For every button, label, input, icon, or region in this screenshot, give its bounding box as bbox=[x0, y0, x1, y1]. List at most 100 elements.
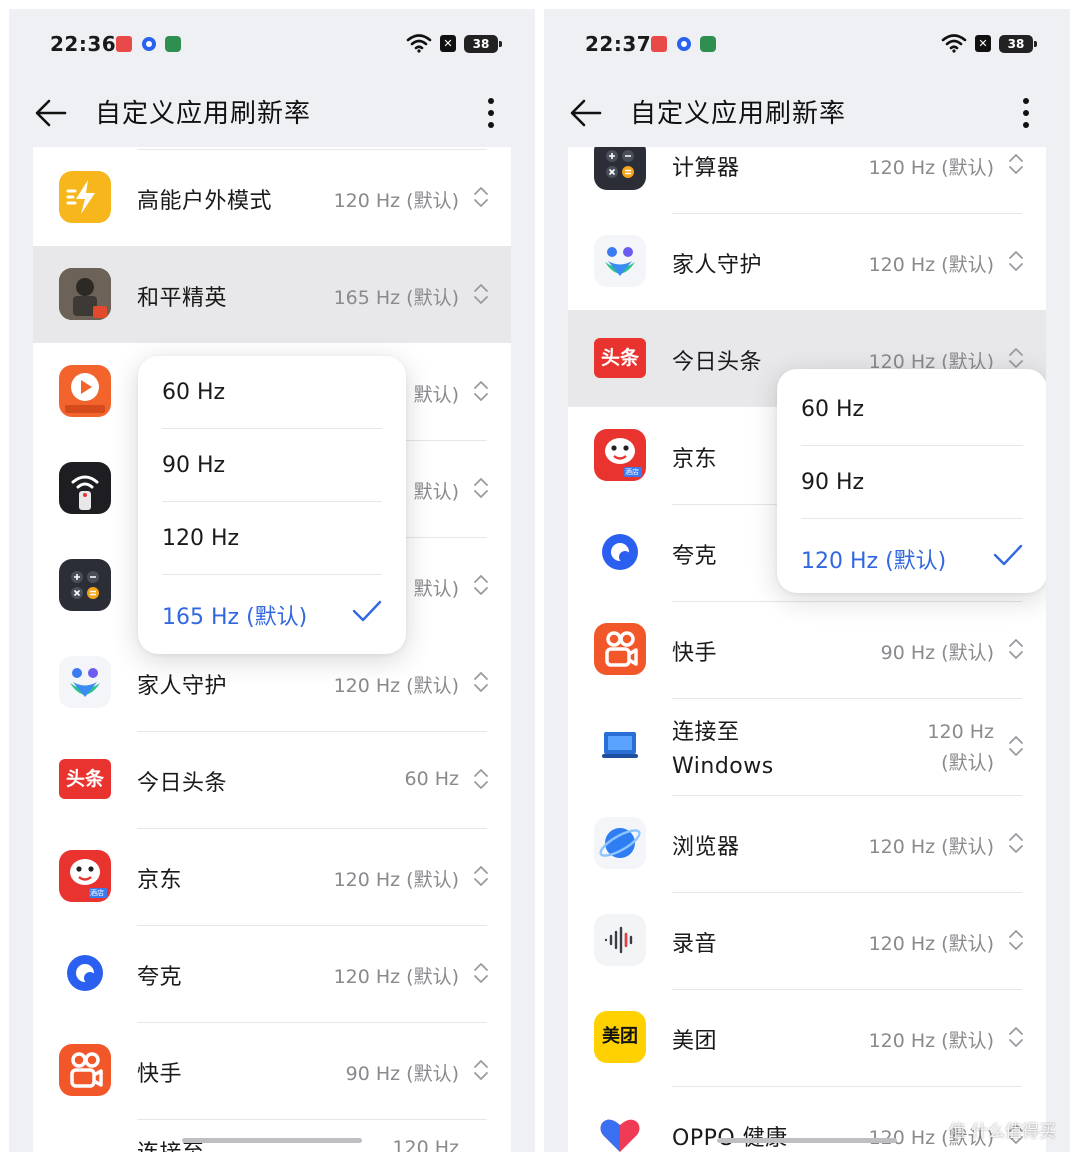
chevron-up-down-icon bbox=[474, 575, 488, 595]
connect-to-windows-icon bbox=[594, 720, 646, 772]
battery-icon: 38 bbox=[464, 35, 502, 53]
list-item[interactable]: 酒店 京东 120 Hz (默认) bbox=[33, 828, 511, 925]
list-item[interactable]: 头条 今日头条 60 Hz bbox=[33, 731, 511, 828]
chevron-up-down-icon bbox=[474, 284, 488, 304]
page-title: 自定义应用刷新率 bbox=[630, 99, 847, 129]
toutiao-icon: 头条 bbox=[59, 759, 111, 799]
chevron-up-down-icon bbox=[474, 769, 488, 789]
app-bar: 自定义应用刷新率 bbox=[9, 81, 535, 147]
page-title: 自定义应用刷新率 bbox=[95, 99, 312, 129]
app-bar: 自定义应用刷新率 bbox=[544, 81, 1070, 147]
chevron-up-down-icon bbox=[1009, 930, 1023, 950]
refresh-rate-value: 120 Hz (默认) bbox=[333, 190, 459, 212]
refresh-rate-value: 默认) bbox=[413, 578, 459, 600]
calculator-icon bbox=[59, 559, 111, 611]
sim-x-icon: ✕ bbox=[440, 35, 456, 52]
chevron-up-down-icon bbox=[1009, 639, 1023, 659]
list-item[interactable]: 高能户外模式 120 Hz (默认) bbox=[33, 149, 511, 246]
checkmark-icon bbox=[352, 600, 382, 622]
refresh-rate-value: 90 Hz (默认) bbox=[880, 642, 994, 664]
security-notification-icon bbox=[165, 36, 181, 52]
toutiao-notification-icon bbox=[116, 36, 132, 52]
kuaishou-icon bbox=[59, 1044, 111, 1096]
refresh-rate-value: 120 Hz (默认) bbox=[927, 721, 994, 774]
app-list: 高能户外模式 120 Hz (默认) 和平精英 165 Hz (默认) 默认) bbox=[33, 147, 511, 1152]
short-video-icon bbox=[59, 365, 111, 417]
option-165hz-default[interactable]: 165 Hz (默认) bbox=[162, 575, 382, 648]
status-bar: 22:37 ✕ 38 bbox=[544, 9, 1070, 81]
peacekeeper-elite-icon bbox=[59, 268, 111, 320]
refresh-rate-value: 120 Hz (默认) bbox=[333, 675, 459, 697]
list-item[interactable]: 夸克 120 Hz (默认) bbox=[33, 925, 511, 1022]
refresh-rate-value: 默认) bbox=[413, 481, 459, 503]
chevron-up-down-icon bbox=[1009, 1027, 1023, 1047]
refresh-rate-value: 120 Hz (默认) bbox=[333, 869, 459, 891]
meituan-icon: 美团 bbox=[594, 1011, 646, 1063]
recorder-icon bbox=[594, 914, 646, 966]
refresh-rate-dropdown: 60 Hz 90 Hz 120 Hz (默认) bbox=[777, 369, 1046, 593]
family-guard-icon bbox=[59, 656, 111, 708]
remote-control-icon bbox=[59, 462, 111, 514]
home-indicator[interactable] bbox=[717, 1138, 897, 1143]
chevron-up-down-icon bbox=[1009, 251, 1023, 271]
more-options-icon[interactable] bbox=[483, 95, 499, 131]
quark-icon bbox=[59, 947, 111, 999]
list-item[interactable]: 连接至 120 Hz bbox=[33, 1119, 511, 1152]
refresh-rate-value: 120 Hz (默认) bbox=[868, 157, 994, 179]
jd-icon: 酒店 bbox=[59, 850, 111, 902]
status-bar: 22:36 ✕ 38 bbox=[9, 9, 535, 81]
back-arrow-icon[interactable] bbox=[33, 95, 69, 131]
option-90hz[interactable]: 90 Hz bbox=[162, 429, 382, 502]
quark-icon bbox=[594, 526, 646, 578]
chevron-up-down-icon bbox=[1009, 348, 1023, 368]
list-item[interactable]: 家人守护 120 Hz (默认) bbox=[568, 213, 1046, 310]
kuaishou-icon bbox=[594, 623, 646, 675]
option-60hz[interactable]: 60 Hz bbox=[162, 356, 382, 429]
chevron-up-down-icon bbox=[474, 672, 488, 692]
chevron-up-down-icon bbox=[474, 1060, 488, 1080]
right-screenshot: 22:37 ✕ 38 自定义应用刷新率 计算器 120 Hz (默认) 家人守护… bbox=[544, 9, 1070, 1152]
refresh-rate-value: 120 Hz bbox=[392, 1137, 459, 1152]
watermark: 值 什么值得买 bbox=[948, 1122, 1056, 1142]
back-arrow-icon[interactable] bbox=[568, 95, 604, 131]
list-item[interactable]: 连接至 Windows 120 Hz (默认) bbox=[568, 698, 1046, 795]
chevron-up-down-icon bbox=[474, 866, 488, 886]
list-item[interactable]: 录音 120 Hz (默认) bbox=[568, 892, 1046, 989]
outdoor-mode-icon bbox=[59, 171, 111, 223]
sim-x-icon: ✕ bbox=[975, 35, 991, 52]
battery-icon: 38 bbox=[999, 35, 1037, 53]
option-120hz-default[interactable]: 120 Hz (默认) bbox=[801, 519, 1023, 592]
list-item[interactable]: 快手 90 Hz (默认) bbox=[568, 601, 1046, 698]
home-indicator[interactable] bbox=[182, 1138, 362, 1143]
list-item[interactable]: 计算器 120 Hz (默认) bbox=[568, 147, 1046, 213]
refresh-rate-value: 默认) bbox=[413, 384, 459, 406]
refresh-rate-value: 120 Hz (默认) bbox=[868, 933, 994, 955]
family-guard-icon bbox=[594, 235, 646, 287]
list-item[interactable]: 快手 90 Hz (默认) bbox=[33, 1022, 511, 1119]
security-notification-icon bbox=[700, 36, 716, 52]
chevron-up-down-icon bbox=[1009, 833, 1023, 853]
more-options-icon[interactable] bbox=[1018, 95, 1034, 131]
refresh-rate-value: 120 Hz (默认) bbox=[333, 966, 459, 988]
refresh-rate-value: 60 Hz bbox=[404, 768, 459, 790]
option-120hz[interactable]: 120 Hz bbox=[162, 502, 382, 575]
option-90hz[interactable]: 90 Hz bbox=[801, 446, 1023, 519]
oppo-health-icon bbox=[594, 1108, 646, 1152]
toutiao-icon: 头条 bbox=[594, 338, 646, 378]
refresh-rate-value: 120 Hz (默认) bbox=[868, 254, 994, 276]
list-item[interactable]: 美团 美团 120 Hz (默认) bbox=[568, 989, 1046, 1086]
chevron-up-down-icon bbox=[474, 963, 488, 983]
chevron-up-down-icon bbox=[1009, 154, 1023, 174]
wifi-icon bbox=[941, 34, 967, 53]
wifi-icon bbox=[406, 34, 432, 53]
quark-notification-icon bbox=[677, 37, 691, 51]
chevron-up-down-icon bbox=[474, 381, 488, 401]
list-item[interactable]: 和平精英 165 Hz (默认) bbox=[33, 246, 511, 343]
refresh-rate-dropdown: 60 Hz 90 Hz 120 Hz 165 Hz (默认) bbox=[138, 356, 406, 654]
status-time: 22:37 bbox=[585, 32, 652, 56]
list-item[interactable]: 浏览器 120 Hz (默认) bbox=[568, 795, 1046, 892]
chevron-up-down-icon bbox=[474, 187, 488, 207]
jd-icon: 酒店 bbox=[594, 429, 646, 481]
option-60hz[interactable]: 60 Hz bbox=[801, 373, 1023, 446]
refresh-rate-value: 120 Hz (默认) bbox=[868, 836, 994, 858]
